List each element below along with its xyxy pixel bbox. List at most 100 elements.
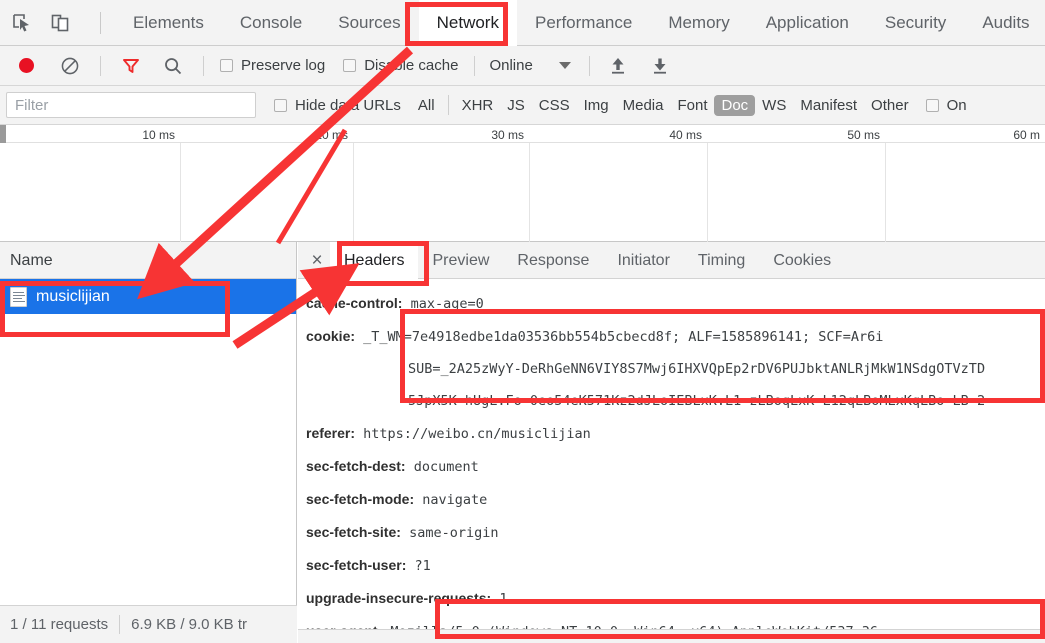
network-overview[interactable]: 10 ms 20 ms 30 ms 40 ms 50 ms 60 m [0, 125, 1045, 242]
tab-console[interactable]: Console [222, 0, 320, 46]
filter-type-img[interactable]: Img [577, 95, 616, 116]
throttling-select[interactable]: Online [489, 57, 571, 74]
status-divider [119, 615, 121, 634]
tab-audits-label: Audits [982, 12, 1030, 32]
filter-type-xhr[interactable]: XHR [455, 95, 501, 116]
header-name: cache-control: [306, 295, 403, 311]
hide-data-urls-label: Hide data URLs [295, 96, 401, 114]
filter-input[interactable] [6, 92, 256, 118]
header-value: ?1 [414, 558, 431, 574]
toolbar-divider [203, 55, 204, 76]
toolbar-divider [474, 55, 476, 76]
close-icon[interactable]: × [304, 251, 330, 270]
header-name: referer: [306, 425, 356, 441]
header-row-sec-fetch-user: sec-fetch-user: ?1 [306, 549, 1045, 582]
tab-sources-label: Sources [338, 12, 401, 32]
tab-elements-label: Elements [133, 12, 204, 32]
status-transferred: 6.9 KB / 9.0 KB tr [131, 616, 248, 633]
tab-console-label: Console [239, 12, 303, 32]
filter-type-media[interactable]: Media [616, 95, 671, 116]
tab-timing-label: Timing [697, 251, 746, 269]
clear-button[interactable] [58, 54, 82, 78]
filter-type-ws[interactable]: WS [755, 95, 793, 116]
overview-tick-20ms: 20 ms [315, 128, 348, 142]
tab-performance[interactable]: Performance [517, 0, 650, 46]
throttling-value: Online [489, 57, 533, 74]
annotation-box-cookie-value [400, 309, 1045, 403]
filter-type-js-label: JS [507, 96, 525, 114]
checkbox-box [343, 59, 357, 72]
filter-type-doc[interactable]: Doc [714, 94, 756, 116]
filter-type-font-label: Font [677, 96, 708, 114]
filter-type-ws-label: WS [762, 96, 787, 114]
tab-application[interactable]: Application [748, 0, 867, 46]
overview-tick-30ms: 30 ms [491, 128, 524, 142]
filter-type-font[interactable]: Font [670, 95, 714, 116]
preserve-log-checkbox[interactable]: Preserve log [220, 57, 325, 74]
tab-elements[interactable]: Elements [115, 0, 222, 46]
tab-sources[interactable]: Sources [320, 0, 418, 46]
disable-cache-checkbox[interactable]: Disable cache [343, 57, 458, 74]
request-detail-pane: × Headers Preview Response Initiator Tim… [298, 241, 1045, 643]
filter-type-css[interactable]: CSS [532, 95, 577, 116]
tab-audits[interactable]: Audits [964, 0, 1045, 46]
overview-tick-60ms: 60 m [1013, 128, 1040, 142]
filter-type-img-label: Img [583, 96, 609, 114]
record-button[interactable] [14, 54, 38, 78]
tab-cookies[interactable]: Cookies [759, 242, 845, 279]
tab-initiator[interactable]: Initiator [603, 242, 683, 279]
overview-grid: 10 ms 20 ms 30 ms 40 ms 50 ms 60 m [0, 125, 1045, 242]
devtools-tool-icons [0, 11, 115, 35]
tab-security-label: Security [884, 12, 947, 32]
hide-data-urls-checkbox[interactable]: Hide data URLs [274, 97, 401, 114]
tab-preview[interactable]: Preview [418, 242, 503, 279]
header-name: sec-fetch-mode: [306, 491, 415, 507]
import-har-button[interactable] [606, 54, 630, 78]
tab-memory[interactable]: Memory [650, 0, 747, 46]
tab-performance-label: Performance [534, 12, 633, 32]
chevron-down-icon [558, 62, 571, 69]
devtools-tabs: Elements Console Sources Network Perform… [115, 0, 1045, 46]
devtools-tabbar: Elements Console Sources Network Perform… [0, 0, 1045, 46]
toolbar-divider [447, 95, 449, 115]
filter-type-other[interactable]: Other [864, 95, 916, 116]
overview-tick-10ms: 10 ms [142, 128, 175, 142]
network-toolbar: Preserve log Disable cache Online [0, 46, 1045, 86]
inspect-element-icon[interactable] [10, 11, 34, 35]
toolbar-divider [100, 55, 101, 76]
header-name: cookie: [306, 328, 356, 344]
preserve-log-label: Preserve log [241, 57, 326, 74]
filter-type-xhr-label: XHR [461, 96, 494, 114]
tab-initiator-label: Initiator [617, 251, 670, 269]
filter-type-js[interactable]: JS [500, 95, 532, 116]
annotation-box-headers-tab [337, 241, 429, 286]
blocked-requests-checkbox[interactable]: On [925, 97, 967, 114]
header-name: sec-fetch-site: [306, 524, 401, 540]
overview-tick-50ms: 50 ms [847, 128, 880, 142]
tab-response[interactable]: Response [503, 242, 603, 279]
header-value: navigate [422, 492, 488, 508]
tab-cookies-label: Cookies [773, 251, 832, 269]
filter-type-all[interactable]: All [411, 95, 442, 116]
status-requests: 1 / 11 requests [10, 616, 109, 633]
download-arrow-icon [653, 58, 666, 74]
header-row-sec-fetch-dest: sec-fetch-dest: document [306, 450, 1045, 483]
header-name: sec-fetch-dest: [306, 458, 406, 474]
request-list-column-header[interactable]: Name [0, 242, 296, 279]
search-icon[interactable] [161, 54, 185, 78]
tab-security[interactable]: Security [867, 0, 964, 46]
tab-timing[interactable]: Timing [684, 242, 759, 279]
header-value: https://weibo.cn/musiclijian [363, 426, 591, 442]
filter-type-manifest[interactable]: Manifest [793, 95, 864, 116]
export-har-button[interactable] [648, 54, 672, 78]
header-name: sec-fetch-user: [306, 557, 407, 573]
header-value: document [413, 459, 479, 475]
funnel-icon[interactable] [119, 54, 143, 78]
annotation-box-network-tab [405, 2, 508, 46]
filter-type-css-label: CSS [538, 96, 570, 114]
checkbox-box [925, 98, 939, 112]
header-row-sec-fetch-site: sec-fetch-site: same-origin [306, 516, 1045, 549]
device-toolbar-icon[interactable] [48, 11, 72, 35]
clear-icon [61, 57, 79, 74]
filter-type-other-label: Other [871, 96, 909, 114]
